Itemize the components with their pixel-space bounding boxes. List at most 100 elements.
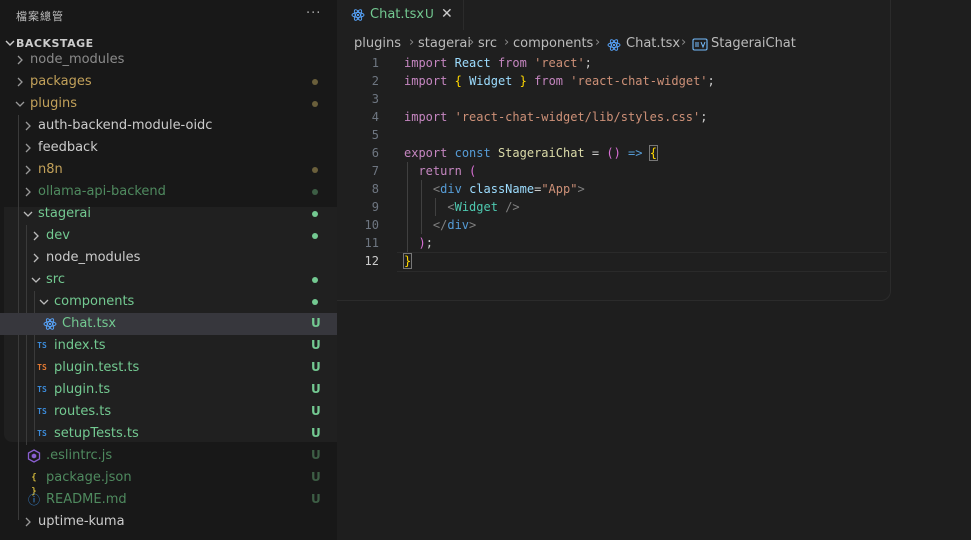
tab-label: Chat.tsx <box>370 7 425 22</box>
line-number: 12 <box>364 254 379 268</box>
chevron-down-icon <box>39 299 49 305</box>
code-token: } <box>402 253 413 269</box>
current-line-highlight <box>397 252 887 272</box>
modified-dot-icon <box>312 79 318 85</box>
tab-chat-tsx[interactable]: Chat.tsx U ✕ <box>337 0 464 30</box>
tree-item-label: plugin.ts <box>54 382 111 397</box>
line-number: 6 <box>371 146 379 160</box>
untracked-badge: U <box>311 492 321 506</box>
breadcrumb-item[interactable]: components <box>513 36 593 51</box>
code-line: export const StageraiChat = () => { <box>404 144 659 162</box>
breadcrumb-item[interactable]: Chat.tsx <box>626 36 680 51</box>
code-token: Widget <box>469 74 513 88</box>
code-token: div <box>440 182 462 196</box>
tree-item-routes-ts[interactable]: TS routes.ts U <box>0 401 337 423</box>
tree-item-label: setupTests.ts <box>54 426 139 441</box>
tree-item-auth-backend[interactable]: auth-backend-module-oidc <box>0 115 337 137</box>
code-token: /> <box>505 200 520 214</box>
tree-item-eslintrc[interactable]: .eslintrc.js U <box>0 445 337 467</box>
tree-item-setuptests-ts[interactable]: TS setupTests.ts U <box>0 423 337 445</box>
code-token: export <box>404 146 448 160</box>
code-token: React <box>454 56 491 70</box>
tree-item-dev[interactable]: dev <box>0 225 337 247</box>
untracked-badge: U <box>311 382 321 396</box>
line-number: 1 <box>371 56 379 70</box>
breadcrumb-item[interactable]: stagerai <box>418 36 471 51</box>
chevron-down-icon <box>15 101 25 107</box>
tree-item-plugin-test-ts[interactable]: TS plugin.test.ts U <box>0 357 337 379</box>
untracked-badge: U <box>311 316 321 330</box>
untracked-badge: U <box>311 426 321 440</box>
tree-item-label: stagerai <box>38 206 92 221</box>
tree-item-label: node_modules <box>46 250 141 265</box>
tree-item-label: ollama-api-backend <box>38 184 166 199</box>
code-line: } <box>402 252 413 270</box>
tree-item-plugin-ts[interactable]: TS plugin.ts U <box>0 379 337 401</box>
tree-item-stagerai[interactable]: stagerai <box>0 203 337 225</box>
tree-item-readme[interactable]: ⓘ README.md U <box>0 489 337 511</box>
breadcrumb-item[interactable]: StageraiChat <box>711 36 796 51</box>
tree-item-plugins[interactable]: plugins <box>0 93 337 115</box>
untracked-badge: U <box>311 448 321 462</box>
chevron-down-icon <box>23 211 33 217</box>
code-token: StageraiChat <box>497 146 585 160</box>
line-number: 8 <box>371 182 379 196</box>
tree-item-label: feedback <box>38 140 98 155</box>
breadcrumb-item[interactable]: src <box>478 36 497 51</box>
breadcrumb-item[interactable]: plugins <box>354 36 401 51</box>
line-number: 9 <box>371 200 379 214</box>
code-line: </div> <box>404 216 476 234</box>
typescript-test-icon: TS <box>37 363 47 372</box>
tree-item-label: Chat.tsx <box>62 316 117 331</box>
untracked-badge: U <box>311 470 321 484</box>
code-token: Widget <box>454 200 498 214</box>
tree-item-feedback[interactable]: feedback <box>0 137 337 159</box>
modified-dot-icon <box>312 167 318 173</box>
tree-item-uptime-kuma[interactable]: uptime-kuma <box>0 511 337 533</box>
symbol-variable-icon <box>692 38 708 51</box>
untracked-badge: U <box>311 338 321 352</box>
tree-item-n8n[interactable]: n8n <box>0 159 337 181</box>
tree-item-ollama-api-backend[interactable]: ollama-api-backend <box>0 181 337 203</box>
code-line: ); <box>404 234 433 252</box>
more-actions-icon[interactable]: ··· <box>306 6 321 21</box>
tree-item-package-json[interactable]: { } package.json U <box>0 467 337 497</box>
editor-area: Chat.tsx U ✕ plugins › stagerai › src › … <box>337 0 971 540</box>
code-token: < <box>447 200 455 214</box>
untracked-dot-icon <box>312 189 318 195</box>
modified-dot-icon <box>312 101 318 107</box>
breadcrumb: plugins › stagerai › src › components › … <box>337 33 971 55</box>
tree-item-chat-tsx[interactable]: Chat.tsx U <box>0 313 337 335</box>
code-token: 'react-chat-widget' <box>570 74 708 88</box>
tree-item-label: index.ts <box>54 338 106 353</box>
chevron-right-icon <box>17 77 23 87</box>
chevron-right-icon <box>25 121 31 131</box>
react-icon <box>43 318 57 330</box>
code-token: ; <box>425 236 433 250</box>
untracked-dot-icon <box>312 277 318 283</box>
line-number: 4 <box>371 110 379 124</box>
line-number: 7 <box>371 164 379 178</box>
close-tab-icon[interactable]: ✕ <box>441 6 453 22</box>
tree-item-label: README.md <box>46 492 127 507</box>
code-token: ; <box>700 110 708 124</box>
tree-item-index-ts[interactable]: TS index.ts U <box>0 335 337 357</box>
tree-item-label: plugin.test.ts <box>54 360 140 375</box>
tree-item-node-modules-inner[interactable]: node_modules <box>0 247 337 269</box>
breadcrumb-separator-icon: › <box>409 35 415 50</box>
breadcrumb-separator-icon: › <box>595 35 601 50</box>
code-token: div <box>447 218 470 232</box>
tree-item-label: packages <box>30 74 92 89</box>
untracked-badge: U <box>311 360 321 374</box>
line-number: 3 <box>371 92 379 106</box>
tree-item-node-modules[interactable]: node_modules <box>0 49 337 71</box>
tree-item-packages[interactable]: packages <box>0 71 337 93</box>
code-editor[interactable]: 1 2 3 4 5 6 7 8 9 10 11 12 import React … <box>337 54 971 540</box>
chevron-right-icon <box>33 253 39 263</box>
tree-item-components[interactable]: components <box>0 291 337 313</box>
explorer-title: 檔案總管 <box>16 10 64 23</box>
tree-item-src[interactable]: src <box>0 269 337 291</box>
code-line: import React from 'react'; <box>404 54 592 72</box>
code-token: ; <box>707 74 715 88</box>
untracked-badge: U <box>311 404 321 418</box>
